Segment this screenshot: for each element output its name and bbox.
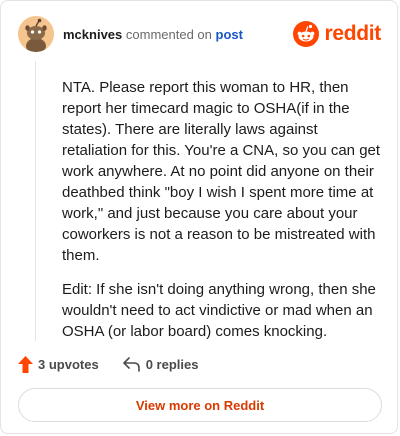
comment-header: mcknives commented on post reddit xyxy=(18,16,381,52)
replies-button[interactable]: 0 replies xyxy=(122,356,199,372)
username-link[interactable]: mcknives xyxy=(63,27,122,42)
comment-body: NTA. Please report this woman to HR, the… xyxy=(62,77,382,355)
upvotes-button[interactable]: 3 upvotes xyxy=(18,355,99,373)
thread-line xyxy=(35,61,36,341)
comment-paragraph: Edit: If she isn't doing anything wrong,… xyxy=(62,281,376,340)
replies-count: 0 replies xyxy=(145,356,199,372)
comment-paragraph: NTA. Please report this woman to HR, the… xyxy=(62,79,381,264)
commented-on-text: commented on xyxy=(125,27,212,42)
reddit-wordmark: reddit xyxy=(324,22,381,45)
reddit-brand[interactable]: reddit xyxy=(293,20,381,48)
reply-arrow-icon xyxy=(122,356,141,372)
comment-embed-card: mcknives commented on post reddit NTA. P… xyxy=(0,0,398,434)
post-link[interactable]: post xyxy=(216,27,243,42)
comment-byline: mcknives commented on post xyxy=(63,27,243,43)
view-more-button[interactable]: View more on Reddit xyxy=(18,388,382,422)
reddit-logo-icon xyxy=(293,21,320,47)
upvotes-count: 3 upvotes xyxy=(38,356,99,372)
comment-actions: 3 upvotes 0 replies xyxy=(18,354,198,374)
snoo-avatar-icon[interactable] xyxy=(18,16,54,52)
upvote-arrow-icon xyxy=(18,355,33,373)
